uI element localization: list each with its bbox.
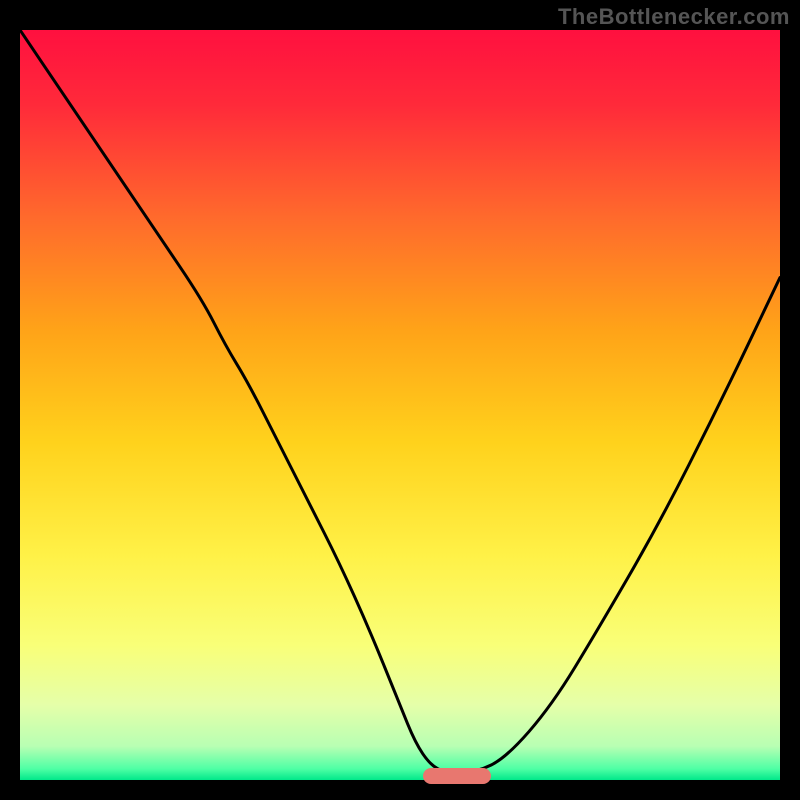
gradient-background xyxy=(20,30,780,780)
optimal-marker xyxy=(423,768,491,784)
plot-svg xyxy=(20,30,780,780)
chart-frame: TheBottlenecker.com xyxy=(0,0,800,800)
watermark-text: TheBottlenecker.com xyxy=(558,4,790,30)
plot-area xyxy=(20,30,780,780)
